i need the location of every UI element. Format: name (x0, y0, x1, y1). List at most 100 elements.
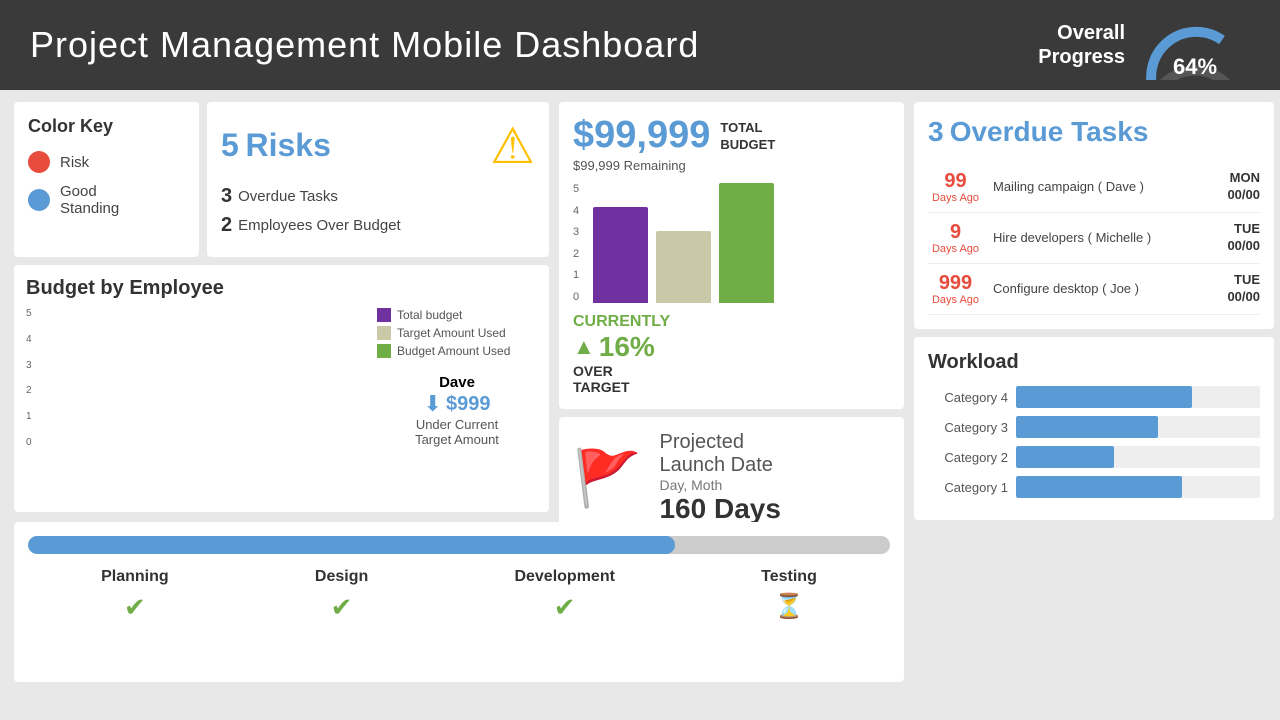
legend-budget-box (377, 344, 391, 358)
task-3-days-ago: 999 Days Ago (928, 272, 983, 306)
overdue-title: 3 Overdue Tasks (928, 116, 1260, 148)
task-1-name: Mailing campaign ( Dave ) (993, 178, 1195, 196)
color-key-title: Color Key (28, 116, 185, 137)
currently-pct: ▲ 16% (573, 331, 890, 363)
risks-count: 5 (221, 127, 239, 163)
workload-cat3-bar (1016, 416, 1158, 438)
task-1-days-label: Days Ago (928, 192, 983, 204)
currently-section: CURRENTLY ▲ 16% OVERTARGET (573, 313, 890, 395)
stage-planning-check: ✔ (124, 592, 146, 623)
gauge-chart: 64% (1140, 10, 1250, 80)
overall-progress-bar (28, 536, 890, 554)
workload-title: Workload (928, 351, 1260, 374)
stages-row: Planning ✔ Design ✔ Development ✔ Testin… (28, 568, 890, 623)
y-axis: 543210 (26, 308, 32, 448)
color-key-card: Color Key Risk GoodStanding (14, 102, 199, 257)
stage-testing-icon: ⏳ (774, 592, 804, 621)
workload-cat1-label: Category 1 (928, 480, 1008, 495)
legend-target-label: Target Amount Used (397, 326, 506, 340)
center-chart: 543210 (573, 183, 890, 303)
task-1-days: 99 (928, 170, 983, 192)
budget-legend-note: Total budget Target Amount Used Budget A… (377, 308, 537, 448)
workload-cat2-bar (1016, 446, 1114, 468)
overbudget-detail: 2 Employees Over Budget (221, 214, 535, 237)
budget-content: 543210 (26, 308, 537, 448)
task-2-name: Hire developers ( Michelle ) (993, 229, 1195, 247)
workload-cat4-bar-bg (1016, 386, 1260, 408)
overall-progress-label: OverallProgress (1038, 21, 1125, 69)
launch-title: ProjectedLaunch Date (659, 431, 780, 477)
budget-by-employee-title: Budget by Employee (26, 277, 537, 300)
task-3-date: TUE 00/00 (1205, 272, 1260, 306)
over-target-label: OVERTARGET (573, 363, 890, 395)
main-grid: Color Key Risk GoodStanding 5 Risks ⚠ 3 … (0, 90, 1280, 720)
workload-row-cat3: Category 3 (928, 416, 1260, 438)
overdue-tasks-card: 3 Overdue Tasks 99 Days Ago Mailing camp… (914, 102, 1274, 329)
legend-target-box (377, 326, 391, 340)
workload-cat3-bar-bg (1016, 416, 1260, 438)
budget-bars: 543210 (26, 308, 367, 448)
task-1-days-ago: 99 Days Ago (928, 170, 983, 204)
task-2-date: TUE 00/00 (1205, 221, 1260, 255)
remaining-label: $99,999 Remaining (573, 158, 890, 173)
right-panel: 3 Overdue Tasks 99 Days Ago Mailing camp… (914, 102, 1274, 512)
overbudget-label: Employees Over Budget (238, 217, 401, 234)
arrow-down-icon: ⬇ (424, 391, 442, 417)
overdue-tasks-detail: 3 Overdue Tasks (221, 185, 535, 208)
left-panel: Color Key Risk GoodStanding 5 Risks ⚠ 3 … (14, 102, 549, 512)
risk-dot (28, 151, 50, 173)
risks-card: 5 Risks ⚠ 3 Overdue Tasks 2 Employees Ov… (207, 102, 549, 257)
under-target-label: Under CurrentTarget Amount (377, 417, 537, 447)
page-title: Project Management Mobile Dashboard (30, 24, 699, 66)
stages-card: Planning ✔ Design ✔ Development ✔ Testin… (14, 522, 904, 682)
flag-icon: 🚩 (573, 446, 641, 511)
stage-development-check: ✔ (554, 592, 576, 623)
currently-label: CURRENTLY (573, 313, 890, 331)
stage-testing-label: Testing (761, 568, 817, 586)
bottom-right-spacer (914, 522, 1274, 682)
stage-development: Development ✔ (514, 568, 614, 623)
good-standing-label: GoodStanding (60, 183, 119, 217)
workload-row-cat4: Category 4 (928, 386, 1260, 408)
dave-name: Dave (377, 374, 537, 391)
workload-row-cat1: Category 1 (928, 476, 1260, 498)
budget-chart-area: 543210 (26, 308, 367, 448)
legend-target: Target Amount Used (377, 326, 537, 340)
task-3-name: Configure desktop ( Joe ) (993, 280, 1195, 298)
stage-design-check: ✔ (331, 592, 353, 623)
budget-by-employee-card: Budget by Employee 543210 (14, 265, 549, 512)
launch-date-card: 🚩 ProjectedLaunch Date Day, Moth 160 Day… (559, 417, 904, 539)
center-bars (593, 183, 774, 303)
workload-cat4-bar (1016, 386, 1192, 408)
header: Project Management Mobile Dashboard Over… (0, 0, 1280, 90)
progress-bar-fill (28, 536, 675, 554)
task-1-date: MON 00/00 (1205, 170, 1260, 204)
workload-cat2-label: Category 2 (928, 450, 1008, 465)
legend-total-box (377, 308, 391, 322)
budget-header-row: $99,999 TOTALBUDGET (573, 116, 890, 154)
task-2-days-ago: 9 Days Ago (928, 221, 983, 255)
workload-cat1-bar-bg (1016, 476, 1260, 498)
key-item-risk: Risk (28, 151, 185, 173)
workload-card: Workload Category 4 Category 3 Category … (914, 337, 1274, 520)
good-standing-dot (28, 189, 50, 211)
overdue-count: 3 (221, 185, 232, 208)
stage-design-label: Design (315, 568, 368, 586)
workload-cat1-bar (1016, 476, 1182, 498)
task-3-days-label: Days Ago (928, 294, 983, 306)
total-budget-amount: $99,999 (573, 116, 710, 154)
task-3-days: 999 (928, 272, 983, 294)
workload-cat3-label: Category 3 (928, 420, 1008, 435)
key-item-good: GoodStanding (28, 183, 185, 217)
warning-icon: ⚠ (490, 117, 535, 175)
dave-amount: $999 (446, 393, 491, 416)
legend-budget: Budget Amount Used (377, 344, 537, 358)
task-row-3: 999 Days Ago Configure desktop ( Joe ) T… (928, 264, 1260, 315)
risks-header: 5 Risks ⚠ (221, 117, 535, 175)
task-row-1: 99 Days Ago Mailing campaign ( Dave ) MO… (928, 162, 1260, 213)
launch-date: Day, Moth (659, 477, 780, 493)
stage-design: Design ✔ (315, 568, 368, 623)
overdue-count-label: 3 (928, 116, 944, 147)
center-panel: $99,999 TOTALBUDGET $99,999 Remaining 54… (559, 102, 904, 512)
center-budget-card: $99,999 TOTALBUDGET $99,999 Remaining 54… (559, 102, 904, 409)
